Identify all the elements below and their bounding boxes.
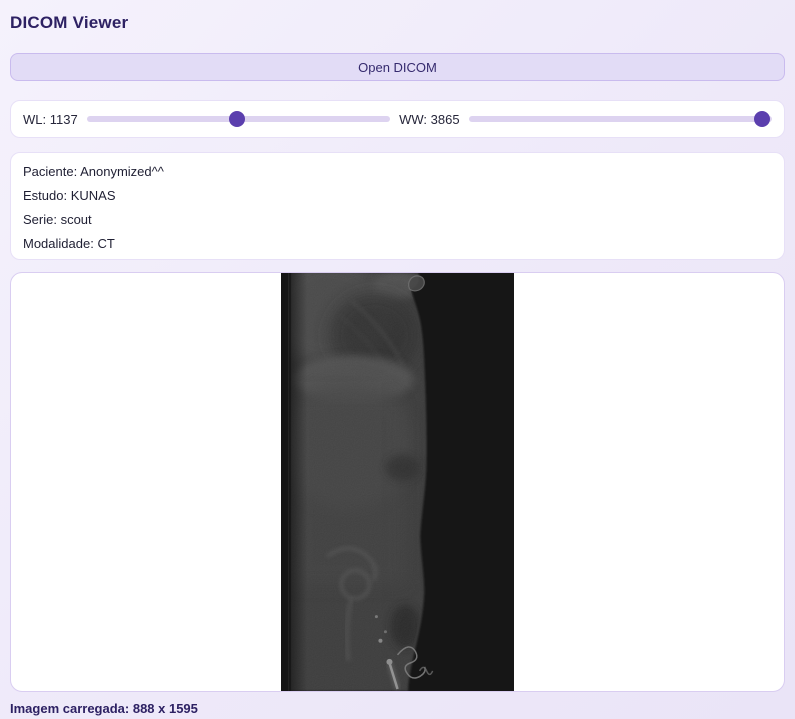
wl-slider-thumb[interactable] (229, 111, 246, 127)
dicom-viewer-app: DICOM Viewer Open DICOM WL: 1137 WW: 386… (10, 12, 785, 716)
ct-scout-lateral-image (281, 273, 514, 691)
patient-info-panel: Paciente: Anonymized^^ Estudo: KUNAS Ser… (10, 152, 785, 260)
window-controls-panel: WL: 1137 WW: 3865 (10, 100, 785, 138)
study-line: Estudo: KUNAS (23, 187, 116, 203)
ww-slider-thumb[interactable] (754, 111, 770, 127)
image-viewer-panel[interactable] (10, 272, 785, 692)
ww-slider-track[interactable] (468, 116, 773, 122)
ww-slider[interactable] (468, 111, 773, 127)
page-title: DICOM Viewer (10, 13, 129, 32)
modality-line: Modalidade: CT (23, 235, 115, 251)
patient-name-line: Paciente: Anonymized^^ (23, 163, 164, 179)
wl-label: WL: 1137 (23, 111, 78, 127)
series-line: Serie: scout (23, 211, 92, 227)
wl-slider[interactable] (86, 111, 391, 127)
ww-label: WW: 3865 (399, 111, 460, 127)
status-text: Imagem carregada: 888 x 1595 (10, 701, 198, 716)
open-dicom-button[interactable]: Open DICOM (10, 53, 785, 81)
